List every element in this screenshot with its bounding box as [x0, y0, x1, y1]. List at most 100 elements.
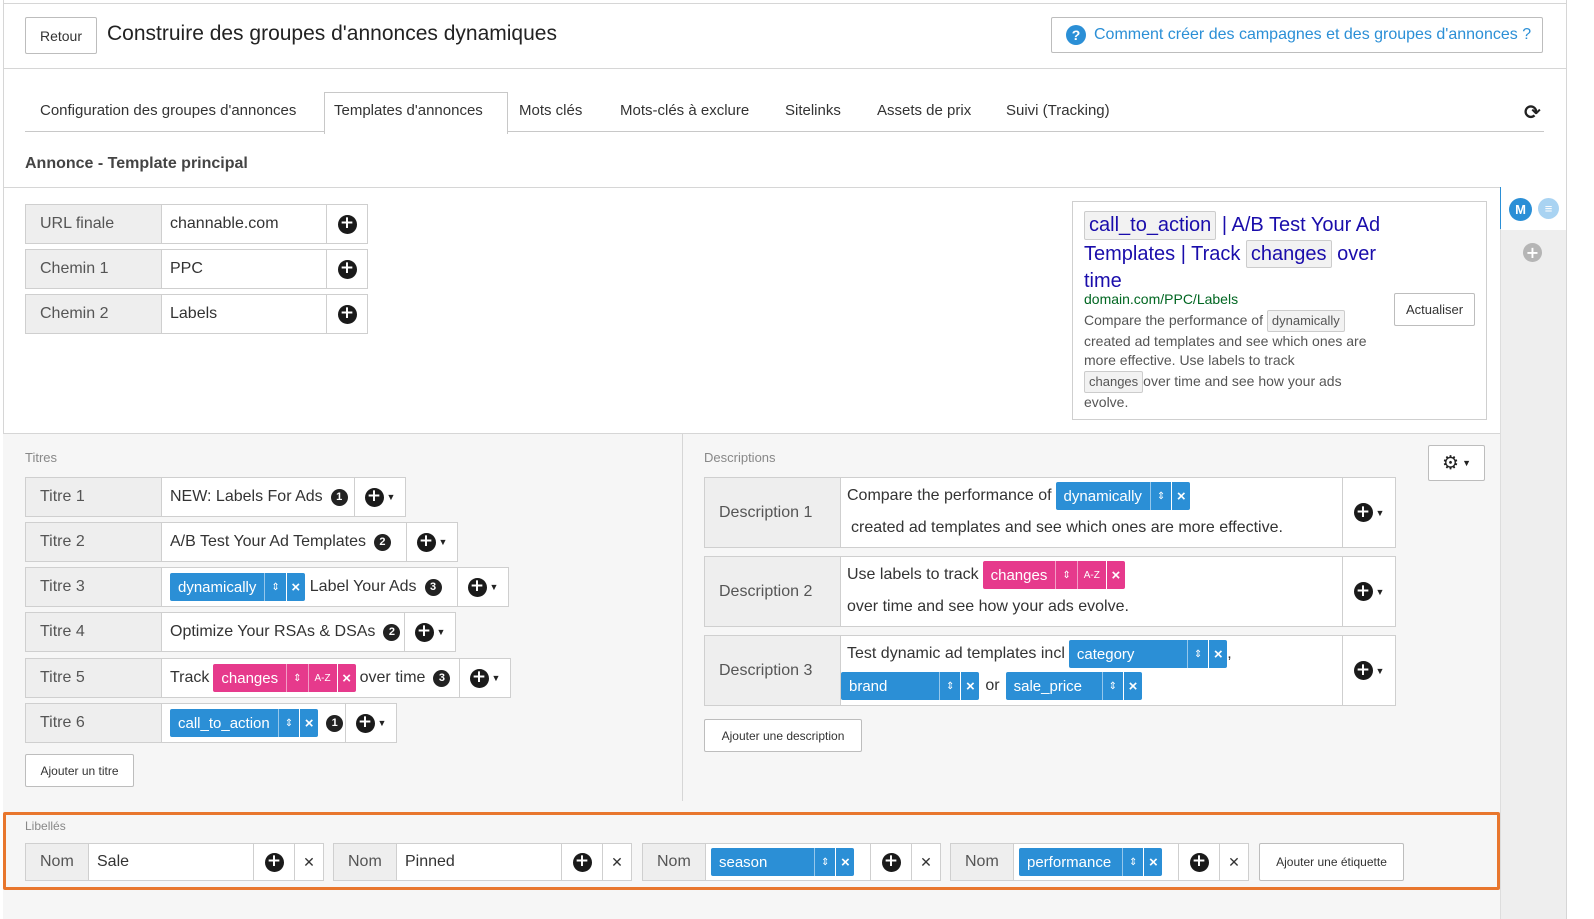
close-icon: ✕ [1228, 853, 1240, 870]
remove-tag-icon[interactable]: × [960, 672, 980, 700]
path2-input[interactable]: Labels [162, 295, 326, 333]
sort-icon[interactable]: ⇕ [1186, 640, 1209, 668]
editor-column-divider [682, 433, 683, 801]
dynamic-field-tag[interactable]: category ⇕ × [1068, 640, 1228, 668]
dynamic-field-tag[interactable]: performance ⇕ × [1019, 848, 1163, 876]
sort-icon[interactable]: ⇕ [814, 848, 836, 876]
insert-dropdown-button[interactable]: ▼ [457, 568, 508, 606]
settings-dropdown-button[interactable]: ⚙ ▼ [1428, 445, 1485, 481]
sort-icon[interactable]: ⇕ [1149, 482, 1172, 510]
sort-icon[interactable]: ⇕ [286, 664, 308, 692]
insert-dropdown-button[interactable]: ▼ [345, 704, 396, 742]
dynamic-field-tag[interactable]: sale_price ⇕ × [1005, 672, 1143, 700]
tab-price-assets[interactable]: Assets de prix [877, 102, 971, 119]
help-button[interactable]: ? Comment créer des campagnes et des gro… [1051, 17, 1543, 53]
list-icon[interactable]: ≡ [1538, 198, 1559, 219]
remove-tag-icon[interactable]: × [835, 848, 855, 876]
tab-templates[interactable]: Templates d'annonces [334, 102, 483, 119]
add-label-button[interactable]: Ajouter une étiquette [1259, 843, 1404, 881]
final-url-input[interactable]: channable.com [162, 205, 326, 243]
help-link-label: Comment créer des campagnes et des group… [1094, 26, 1532, 43]
title-input[interactable]: Optimize Your RSAs & DSAs 2 [162, 613, 404, 651]
description-input[interactable]: Use labels to track changes ⇕ A-Z × over ti… [841, 557, 1342, 626]
insert-dropdown-button[interactable]: ▼ [406, 523, 457, 561]
sync-icon[interactable]: ⟳ [1524, 100, 1541, 124]
remove-label-button[interactable]: ✕ [911, 844, 940, 880]
add-variant-icon[interactable]: + [1523, 243, 1542, 262]
remove-tag-icon[interactable]: × [1171, 482, 1191, 510]
tab-keywords[interactable]: Mots clés [519, 102, 582, 119]
remove-tag-icon[interactable]: × [1208, 640, 1228, 668]
dynamic-field-tag[interactable]: dynamically ⇕ × [1055, 482, 1191, 510]
ad-preview-headline: call_to_action | A/B Test Your Ad Templa… [1084, 211, 1384, 295]
remove-tag-icon[interactable]: × [1123, 672, 1143, 700]
field-label: Chemin 2 [26, 295, 162, 333]
az-transform-icon[interactable]: A-Z [307, 664, 337, 692]
remove-label-button[interactable]: ✕ [294, 844, 323, 880]
insert-dropdown-button[interactable]: ▼ [1342, 478, 1395, 547]
back-button[interactable]: Retour [25, 17, 97, 54]
tab-configuration[interactable]: Configuration des groupes d'annonces [40, 102, 296, 119]
remove-label-button[interactable]: ✕ [1219, 844, 1248, 880]
section-divider [3, 187, 1500, 188]
dynamic-field-tag[interactable]: dynamically ⇕ × [170, 573, 305, 601]
avatar[interactable]: M [1509, 198, 1532, 221]
refresh-preview-button[interactable]: Actualiser [1394, 293, 1475, 326]
title-input[interactable]: NEW: Labels For Ads 1 [162, 478, 354, 516]
caret-down-icon: ▼ [386, 492, 396, 502]
title-text: Track [170, 669, 210, 686]
insert-dropdown-button[interactable]: ▼ [1342, 636, 1395, 705]
insert-dropdown-button[interactable]: ▼ [459, 659, 510, 697]
add-title-button[interactable]: Ajouter un titre [25, 754, 134, 787]
plus-circle-icon [416, 532, 436, 552]
remove-tag-icon[interactable]: × [1143, 848, 1163, 876]
tab-sitelinks[interactable]: Sitelinks [785, 102, 841, 119]
add-field-button[interactable] [253, 844, 294, 880]
dynamic-field-tag[interactable]: call_to_action ⇕ × [170, 709, 319, 737]
title-input[interactable]: A/B Test Your Ad Templates 2 [162, 523, 406, 561]
sort-icon[interactable]: ⇕ [1101, 672, 1124, 700]
title-input[interactable]: call_to_action ⇕ × 1 [162, 704, 345, 742]
description-input[interactable]: Compare the performance of dynamically ⇕ ×… [841, 478, 1342, 547]
remove-tag-icon[interactable]: × [299, 709, 319, 737]
remove-tag-icon[interactable]: × [285, 573, 305, 601]
add-field-button[interactable] [326, 295, 367, 333]
label-name: Nom [26, 844, 89, 880]
sort-icon[interactable]: ⇕ [1055, 561, 1077, 589]
titles-section-label: Titres [25, 450, 58, 465]
tab-negative-keywords[interactable]: Mots-clés à exclure [620, 102, 749, 119]
add-field-button[interactable] [561, 844, 602, 880]
dynamic-field-tag[interactable]: brand ⇕ × [841, 672, 980, 700]
description-input[interactable]: Test dynamic ad templates incl category ⇕… [841, 636, 1342, 705]
add-field-button[interactable] [1178, 844, 1219, 880]
az-transform-icon[interactable]: A-Z [1076, 561, 1106, 589]
label-input[interactable]: season ⇕ × [706, 844, 870, 880]
path1-input[interactable]: PPC [162, 250, 326, 288]
label-input[interactable]: performance ⇕ × [1014, 844, 1178, 880]
label-input[interactable]: Pinned [397, 844, 561, 880]
title-input[interactable]: dynamically ⇕ × Label Your Ads 3 [162, 568, 457, 606]
sort-icon[interactable]: ⇕ [264, 573, 286, 601]
sort-icon[interactable]: ⇕ [277, 709, 300, 737]
add-field-button[interactable] [326, 250, 367, 288]
title-input[interactable]: Track changes ⇕ A-Z × over time 3 [162, 659, 459, 697]
descriptions-section-label: Descriptions [704, 450, 776, 465]
remove-label-button[interactable]: ✕ [602, 844, 631, 880]
remove-tag-icon[interactable]: × [336, 664, 356, 692]
insert-dropdown-button[interactable]: ▼ [354, 478, 405, 516]
dynamic-field-tag[interactable]: changes ⇕ A-Z × [982, 561, 1125, 589]
tab-tracking[interactable]: Suivi (Tracking) [1006, 102, 1110, 119]
dynamic-field-tag[interactable]: season ⇕ × [711, 848, 855, 876]
insert-dropdown-button[interactable]: ▼ [404, 613, 455, 651]
tag-name: changes [213, 664, 287, 692]
add-description-button[interactable]: Ajouter une description [704, 719, 862, 752]
label-input[interactable]: Sale [89, 844, 253, 880]
insert-dropdown-button[interactable]: ▼ [1342, 557, 1395, 626]
sort-icon[interactable]: ⇕ [939, 672, 961, 700]
sort-icon[interactable]: ⇕ [1122, 848, 1144, 876]
remove-tag-icon[interactable]: × [1105, 561, 1125, 589]
add-field-button[interactable] [870, 844, 911, 880]
dynamic-field-tag[interactable]: changes ⇕ A-Z × [213, 664, 356, 692]
add-field-button[interactable] [326, 205, 367, 243]
plus-circle-icon [364, 487, 384, 507]
